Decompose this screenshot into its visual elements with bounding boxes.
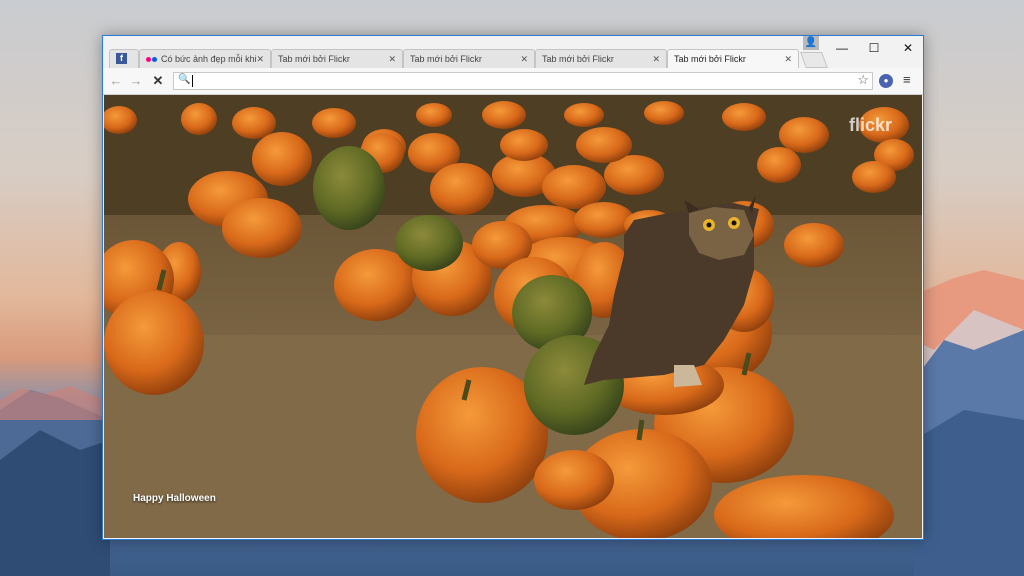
facebook-icon: f	[116, 53, 127, 65]
tab-close-icon[interactable]: ✕	[520, 50, 528, 68]
close-button[interactable]: ✕	[891, 38, 925, 58]
bookmark-star-icon[interactable]: ☆	[857, 72, 869, 88]
minimize-button[interactable]: —	[825, 38, 859, 58]
profile-icon[interactable]: 👤	[803, 36, 819, 50]
tab-4[interactable]: Tab mới bởi Flickr ✕	[535, 49, 667, 68]
desktop-mountain-right	[914, 270, 1024, 576]
photo-caption[interactable]: Happy Halloween	[133, 493, 216, 504]
tab-3[interactable]: Tab mới bởi Flickr ✕	[403, 49, 535, 68]
tab-close-icon[interactable]: ✕	[652, 50, 660, 68]
tab-close-icon[interactable]: ✕	[784, 50, 792, 68]
tab-close-icon[interactable]: ✕	[256, 50, 264, 68]
menu-icon[interactable]: ≡	[903, 73, 915, 87]
tab-1[interactable]: Có bức ảnh đẹp mỗi khi ✕	[139, 49, 271, 68]
tab-2[interactable]: Tab mới bởi Flickr ✕	[271, 49, 403, 68]
address-bar[interactable]: 🔍 ☆	[173, 72, 873, 90]
text-caret	[192, 75, 193, 87]
flickr-icon	[146, 50, 158, 68]
new-tab-content: flickr Happy Halloween	[104, 95, 922, 538]
background-photo	[104, 95, 922, 538]
title-bar: f Có bức ảnh đẹp mỗi khi ✕ Tab mới bởi F…	[103, 36, 923, 68]
forward-icon[interactable]: →	[127, 72, 145, 90]
new-tab-button[interactable]	[800, 52, 828, 68]
tab-close-icon[interactable]: ✕	[388, 50, 396, 68]
back-icon[interactable]: ←	[107, 72, 125, 90]
tab-facebook[interactable]: f	[109, 49, 139, 68]
tab-5-active[interactable]: Tab mới bởi Flickr ✕	[667, 49, 799, 68]
browser-window: f Có bức ảnh đẹp mỗi khi ✕ Tab mới bởi F…	[102, 35, 924, 540]
extension-icon[interactable]: ●	[879, 74, 893, 88]
search-icon: 🔍	[178, 74, 191, 85]
toolbar: ← → ✕ 🔍 ☆ ● ≡	[103, 68, 923, 95]
stop-icon[interactable]: ✕	[149, 72, 167, 90]
address-input[interactable]	[192, 74, 832, 88]
maximize-button[interactable]: ☐	[857, 38, 891, 58]
desktop-mountain-left	[0, 386, 110, 576]
flickr-watermark: flickr	[848, 115, 892, 135]
